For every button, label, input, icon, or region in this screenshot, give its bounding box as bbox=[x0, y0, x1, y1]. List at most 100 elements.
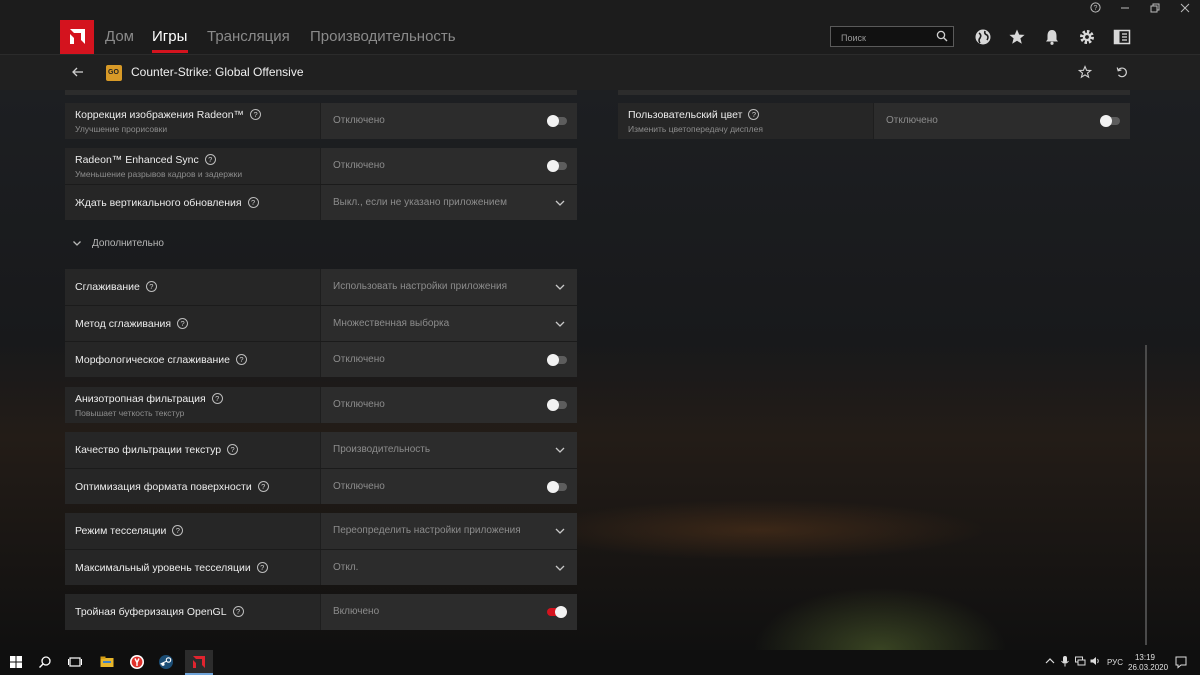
task-view-icon[interactable] bbox=[67, 654, 83, 670]
help-icon[interactable]: ? bbox=[256, 562, 268, 573]
chevron-down-icon[interactable] bbox=[554, 527, 566, 535]
help-icon[interactable]: ? bbox=[211, 393, 223, 404]
toggle-knob bbox=[547, 115, 559, 127]
microphone-icon[interactable] bbox=[1059, 655, 1071, 667]
help-icon[interactable]: ? bbox=[227, 444, 239, 455]
setting-row-aa-method[interactable]: Метод сглаживания? Множественная выборка bbox=[65, 305, 577, 341]
close-button[interactable] bbox=[1174, 2, 1196, 18]
search-box[interactable] bbox=[830, 26, 954, 47]
image-sharpening-toggle[interactable] bbox=[547, 115, 567, 127]
setting-description: Улучшение прорисовки bbox=[75, 124, 168, 134]
tab-streaming[interactable]: Трансляция bbox=[207, 28, 290, 45]
help-icon[interactable]: ? bbox=[232, 606, 244, 617]
help-icon[interactable]: ? bbox=[235, 354, 247, 365]
yandex-browser-icon[interactable] bbox=[129, 654, 145, 670]
tab-home[interactable]: Дом bbox=[105, 28, 134, 45]
setting-label: Тройная буферизация OpenGL? bbox=[75, 606, 244, 618]
amd-logo[interactable] bbox=[60, 20, 94, 54]
windows-start-icon[interactable] bbox=[8, 654, 24, 670]
setting-label-cell: Ждать вертикального обновления? bbox=[65, 185, 321, 220]
setting-label-cell: Морфологическое сглаживание? bbox=[65, 342, 321, 377]
setting-row-max-tessellation-level[interactable]: Максимальный уровень тесселяции? Откл. bbox=[65, 549, 577, 585]
search-icon[interactable] bbox=[936, 30, 948, 42]
help-icon[interactable]: ? bbox=[247, 197, 259, 208]
help-icon[interactable]: ? bbox=[204, 154, 216, 165]
chevron-down-icon[interactable] bbox=[554, 564, 566, 572]
scrollbar[interactable] bbox=[1145, 345, 1147, 645]
globe-icon[interactable] bbox=[974, 28, 992, 46]
chevron-down-icon[interactable] bbox=[554, 446, 566, 454]
surface-format-toggle[interactable] bbox=[547, 481, 567, 493]
toggle-knob bbox=[547, 160, 559, 172]
help-icon[interactable]: ? bbox=[172, 525, 184, 536]
setting-row-anti-aliasing[interactable]: Сглаживание? Использовать настройки прил… bbox=[65, 269, 577, 305]
minimize-button[interactable] bbox=[1114, 2, 1136, 18]
enhanced-sync-toggle[interactable] bbox=[547, 160, 567, 172]
aa-method-dropdown-value[interactable]: Множественная выборка bbox=[333, 318, 449, 329]
opengl-triple-buffering-toggle[interactable] bbox=[547, 606, 567, 618]
volume-icon[interactable] bbox=[1089, 655, 1101, 667]
setting-row-vsync[interactable]: Ждать вертикального обновления? Выкл., е… bbox=[65, 184, 577, 220]
restore-button[interactable] bbox=[1144, 2, 1166, 18]
settings-gear-icon[interactable] bbox=[1078, 28, 1096, 46]
help-icon[interactable]: ? bbox=[257, 481, 269, 492]
help-icon[interactable]: ? bbox=[1084, 2, 1106, 18]
anisotropic-filtering-toggle[interactable] bbox=[547, 399, 567, 411]
tab-games[interactable]: Игры bbox=[152, 28, 187, 45]
notification-center-icon[interactable] bbox=[1174, 655, 1188, 669]
amd-radeon-software-icon[interactable] bbox=[191, 654, 207, 670]
steam-icon[interactable] bbox=[158, 654, 174, 670]
settings-group: Режим тесселяции? Переопределить настрой… bbox=[65, 513, 577, 585]
chevron-down-icon[interactable] bbox=[554, 199, 566, 207]
network-icon[interactable] bbox=[1074, 655, 1086, 667]
tessellation-mode-dropdown-value[interactable]: Переопределить настройки приложения bbox=[333, 525, 521, 536]
file-explorer-icon[interactable] bbox=[99, 654, 115, 670]
setting-value: Отключено bbox=[333, 160, 385, 171]
toggle-knob bbox=[555, 606, 567, 618]
setting-label-cell: Оптимизация формата поверхности? bbox=[65, 469, 321, 504]
notifications-bell-icon[interactable] bbox=[1043, 28, 1061, 46]
setting-value: Отключено bbox=[886, 115, 938, 126]
help-icon[interactable]: ? bbox=[748, 109, 760, 120]
setting-label-text: Тройная буферизация OpenGL bbox=[75, 606, 227, 618]
back-arrow-icon[interactable] bbox=[70, 64, 86, 80]
chevron-down-icon[interactable] bbox=[554, 320, 566, 328]
texture-quality-dropdown-value[interactable]: Производительность bbox=[333, 444, 430, 455]
vsync-dropdown-value[interactable]: Выкл., если не указано приложением bbox=[333, 197, 507, 208]
anti-aliasing-dropdown-value[interactable]: Использовать настройки приложения bbox=[333, 281, 507, 292]
window-title-bar: ? bbox=[0, 0, 1200, 20]
search-icon[interactable] bbox=[37, 654, 53, 670]
panel-edge bbox=[65, 90, 577, 95]
setting-label: Максимальный уровень тесселяции? bbox=[75, 562, 268, 574]
setting-row-surface-format-optimization: Оптимизация формата поверхности? Отключе… bbox=[65, 468, 577, 504]
help-icon[interactable]: ? bbox=[250, 109, 262, 120]
sidebar-panel-icon[interactable] bbox=[1113, 28, 1131, 46]
setting-label: Пользовательский цвет? bbox=[628, 109, 760, 121]
setting-label: Режим тесселяции? bbox=[75, 525, 184, 537]
tessellation-level-dropdown-value[interactable]: Откл. bbox=[333, 562, 358, 573]
search-input[interactable] bbox=[839, 29, 935, 46]
setting-label-cell: Метод сглаживания? bbox=[65, 306, 321, 341]
setting-label-text: Сглаживание bbox=[75, 281, 140, 293]
system-clock[interactable]: 13:19 26.03.2020 bbox=[1128, 653, 1168, 673]
custom-color-toggle[interactable] bbox=[1100, 115, 1120, 127]
tray-chevron-up-icon[interactable] bbox=[1044, 655, 1056, 667]
language-indicator[interactable]: РУС bbox=[1107, 658, 1123, 667]
setting-label-cell: Максимальный уровень тесселяции? bbox=[65, 550, 321, 585]
tab-performance[interactable]: Производительность bbox=[310, 28, 456, 45]
setting-label: Морфологическое сглаживание? bbox=[75, 354, 247, 366]
setting-row-tessellation-mode[interactable]: Режим тесселяции? Переопределить настрой… bbox=[65, 513, 577, 549]
chevron-down-icon[interactable] bbox=[554, 283, 566, 291]
svg-text:?: ? bbox=[1093, 5, 1097, 12]
setting-row-custom-color: Пользовательский цвет? Изменить цветопер… bbox=[618, 103, 1130, 139]
favorite-star-icon[interactable] bbox=[1078, 65, 1092, 79]
help-icon[interactable]: ? bbox=[177, 318, 189, 329]
settings-group: Анизотропная фильтрация? Повышает четкос… bbox=[65, 387, 577, 423]
help-icon[interactable]: ? bbox=[145, 281, 157, 292]
reset-icon[interactable] bbox=[1115, 65, 1129, 79]
active-tab-indicator bbox=[152, 50, 188, 53]
morphological-aa-toggle[interactable] bbox=[547, 354, 567, 366]
settings-group: Коррекция изображения Radeon™? Улучшение… bbox=[65, 103, 577, 139]
favorites-star-icon[interactable] bbox=[1008, 28, 1026, 46]
setting-row-texture-filtering-quality[interactable]: Качество фильтрации текстур? Производите… bbox=[65, 432, 577, 468]
